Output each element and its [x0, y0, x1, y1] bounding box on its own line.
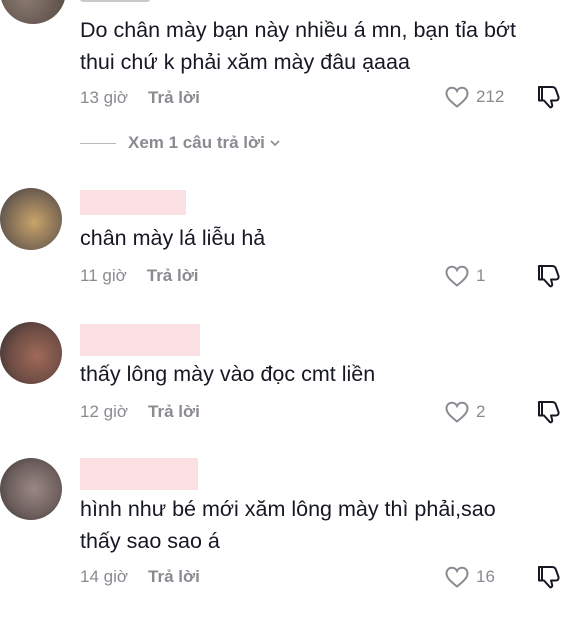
like-count: 16: [476, 567, 495, 586]
comment-meta: 12 giờ Trả lời: [80, 402, 200, 422]
username-redacted: [80, 190, 186, 215]
username-redacted: [80, 458, 198, 490]
like-button[interactable]: 212: [444, 85, 504, 109]
chevron-down-icon: [270, 140, 280, 147]
comment-time: 12 giờ: [80, 402, 129, 421]
heart-outline-icon: [445, 86, 469, 108]
thumbs-down-icon[interactable]: [536, 399, 562, 425]
view-replies-label: Xem 1 câu trả lời: [128, 133, 265, 152]
like-count: 1: [476, 266, 486, 285]
comment-time: 11 giờ: [80, 266, 127, 285]
comment-meta: 13 giờ Trả lời: [80, 88, 200, 108]
reply-button[interactable]: Trả lời: [147, 266, 199, 286]
heart-outline-icon: [445, 401, 469, 423]
avatar[interactable]: [0, 0, 66, 24]
like-count: 2: [476, 402, 486, 421]
comment-meta: 14 giờ Trả lời: [80, 567, 200, 587]
username-redacted: [80, 0, 150, 2]
like-button[interactable]: 1: [444, 264, 485, 288]
avatar[interactable]: [0, 188, 62, 250]
heart-outline-icon: [445, 566, 469, 588]
divider-line: [80, 142, 116, 144]
username-redacted: [80, 324, 200, 356]
avatar[interactable]: [0, 322, 62, 384]
like-button[interactable]: 16: [444, 565, 495, 589]
reply-button[interactable]: Trả lời: [148, 567, 200, 587]
view-replies-button[interactable]: Xem 1 câu trả lời: [80, 133, 281, 153]
avatar[interactable]: [0, 458, 62, 520]
comment-text: thấy lông mày vào đọc cmt liền: [80, 362, 376, 386]
heart-outline-icon: [445, 265, 469, 287]
comment-time: 13 giờ: [80, 88, 129, 107]
comment-text: hình như bé mới xăm lông mày thì phải,sa…: [80, 497, 496, 553]
thumbs-down-icon[interactable]: [536, 84, 562, 110]
comment-meta: 11 giờ Trả lời: [80, 266, 199, 286]
reply-button[interactable]: Trả lời: [148, 402, 200, 422]
thumbs-down-icon[interactable]: [536, 564, 562, 590]
like-count: 212: [476, 87, 505, 106]
thumbs-down-icon[interactable]: [536, 263, 562, 289]
reply-button[interactable]: Trả lời: [148, 88, 200, 108]
comment-time: 14 giờ: [80, 567, 129, 586]
comment-text: Do chân mày bạn này nhiều á mn, bạn tỉa …: [80, 18, 517, 74]
comment-text: chân mày lá liễu hả: [80, 226, 266, 250]
like-button[interactable]: 2: [444, 400, 485, 424]
